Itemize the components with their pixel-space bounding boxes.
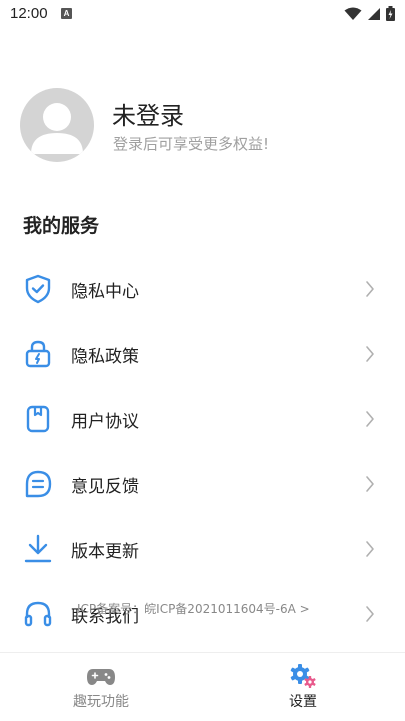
bottom-tab-bar: 趣玩功能 设置: [0, 652, 405, 721]
download-icon: [24, 534, 52, 563]
shield-check-icon: [25, 274, 51, 304]
signal-icon: [368, 7, 380, 20]
profile-subtitle: 登录后可享受更多权益!: [113, 135, 270, 153]
chevron-right-icon: [366, 541, 374, 557]
menu-item-privacy-center[interactable]: 隐私中心: [0, 257, 405, 321]
tab-label: 趣玩功能: [73, 694, 129, 710]
lock-icon: [25, 340, 51, 368]
headphones-icon: [24, 601, 52, 627]
gamepad-icon: [87, 669, 115, 685]
menu-label: 版本更新: [71, 542, 139, 562]
battery-icon: [386, 6, 395, 21]
notification-icon: A: [61, 8, 72, 19]
chevron-right-icon: [366, 606, 374, 622]
chevron-right-icon: [366, 281, 374, 297]
gear-icon: [290, 664, 316, 688]
menu-label: 隐私中心: [71, 282, 139, 302]
wifi-icon: [344, 7, 362, 20]
menu-item-user-agreement[interactable]: 用户协议: [0, 387, 405, 451]
chevron-right-icon: [366, 476, 374, 492]
status-bar: 12:00 A: [0, 0, 405, 28]
status-icons: [344, 6, 395, 21]
message-icon: [25, 470, 52, 498]
tab-settings[interactable]: 设置: [202, 653, 404, 721]
menu-item-version-update[interactable]: 版本更新: [0, 517, 405, 581]
menu-label: 用户协议: [71, 412, 139, 432]
menu-item-privacy-policy[interactable]: 隐私政策: [0, 322, 405, 386]
icp-record-link[interactable]: ICP备案号：皖ICP备2021011604号-6A >: [77, 600, 310, 617]
profile-name[interactable]: 未登录: [112, 96, 184, 131]
chevron-right-icon: [366, 346, 374, 362]
section-title: 我的服务: [23, 215, 100, 237]
status-time: 12:00: [10, 5, 48, 22]
menu-label: 隐私政策: [71, 347, 139, 367]
menu-label: 意见反馈: [71, 477, 139, 497]
profile-card[interactable]: 未登录 登录后可享受更多权益!: [0, 86, 405, 166]
user-avatar-icon: [31, 103, 83, 154]
chevron-right-icon: [366, 411, 374, 427]
document-icon: [26, 405, 50, 433]
tab-label: 设置: [289, 694, 317, 710]
avatar[interactable]: [20, 88, 94, 162]
menu-item-feedback[interactable]: 意见反馈: [0, 452, 405, 516]
tab-fun-features[interactable]: 趣玩功能: [0, 653, 202, 721]
